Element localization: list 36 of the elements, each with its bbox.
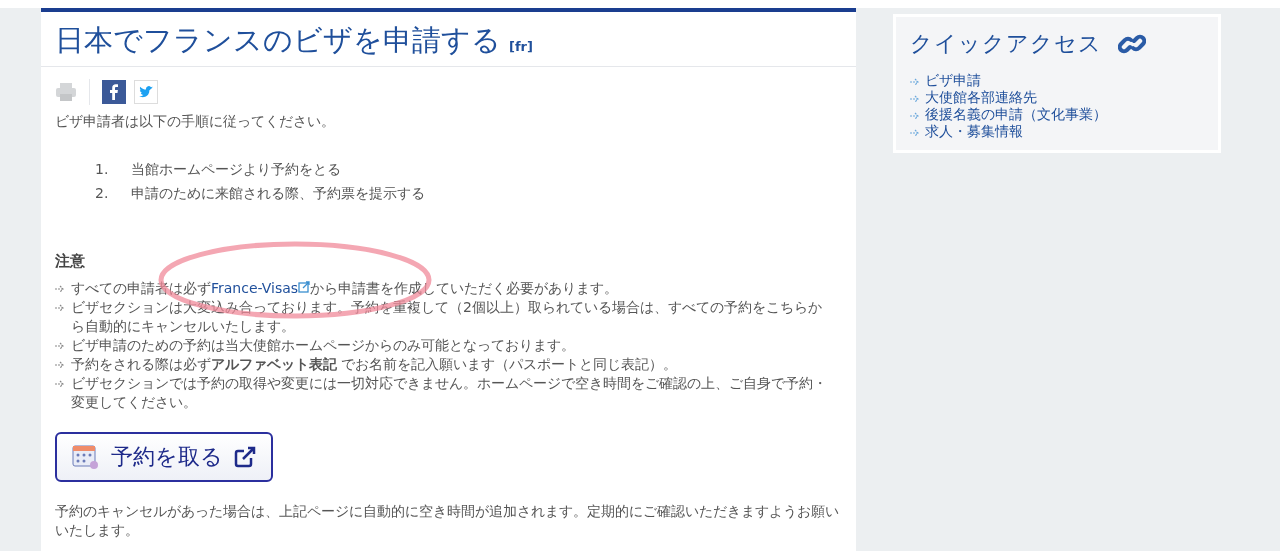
arrow-icon	[55, 341, 65, 350]
page-title: 日本でフランスのビザを申請する	[55, 22, 501, 58]
arrow-icon	[910, 95, 920, 103]
language-link[interactable]: [fr]	[509, 36, 533, 56]
step-number: 2.	[95, 184, 110, 203]
arrow-icon	[55, 379, 65, 388]
calendar-icon	[71, 442, 101, 471]
notice-text: 予約をされる際は必ずアルファベット表記 でお名前を記入願います（パスポートと同じ表記）。	[71, 354, 678, 374]
intro-text: ビザ申請者は以下の手順に従ってください。	[55, 112, 336, 131]
notice-text: ビザセクションでは予約の取得や変更には一切対応できません。ホームページで空き時間をご確認の上、ご自身で予約・変更してください。	[71, 373, 828, 412]
quick-access-link[interactable]: 大使館各部連絡先	[925, 89, 1037, 106]
arrow-icon	[910, 129, 920, 137]
booking-button[interactable]: 予約を取る	[55, 431, 273, 482]
arrow-icon	[55, 360, 65, 369]
quick-access-link[interactable]: 求人・募集情報	[925, 123, 1023, 140]
facebook-icon[interactable]	[102, 80, 126, 104]
quick-access-title: クイックアクセス	[910, 30, 1102, 58]
notice-text: すべての申請者は必ずFrance-Visas から申請書を作成していただく必要があります。	[71, 278, 619, 298]
notice-text: ビザ申請のための予約は当大使館ホームページからのみ可能となっております。	[71, 335, 575, 355]
arrow-icon	[55, 303, 65, 312]
quick-access-link[interactable]: ビザ申請	[925, 72, 981, 89]
arrow-icon	[55, 284, 65, 293]
step-text: 申請のために来館される際、予約票を提示する	[131, 184, 425, 203]
arrow-icon	[910, 112, 920, 120]
print-icon[interactable]	[55, 82, 77, 102]
quick-access-link[interactable]: 後援名義の申請（文化事業）	[925, 106, 1107, 123]
notice-text: ビザセクションは大変込み合っております。予約を重複して（2個以上）取られている場合は、すべての予約をこちらから自動的にキャンセルいたします。	[71, 297, 823, 336]
twitter-icon[interactable]	[134, 80, 158, 104]
step-number: 1.	[95, 160, 110, 179]
france-visas-link[interactable]: France-Visas	[211, 279, 311, 296]
external-link-icon	[233, 444, 257, 469]
arrow-icon	[910, 78, 920, 86]
step-text: 当館ホームページより予約をとる	[131, 160, 341, 179]
footer-note: 予約のキャンセルがあった場合は、上記ページに自動的に空き時間が追加されます。定期的にご確認いただきますようお願いいたします。	[55, 501, 840, 540]
notice-heading: 注意	[55, 251, 86, 272]
external-link-icon	[298, 280, 311, 293]
